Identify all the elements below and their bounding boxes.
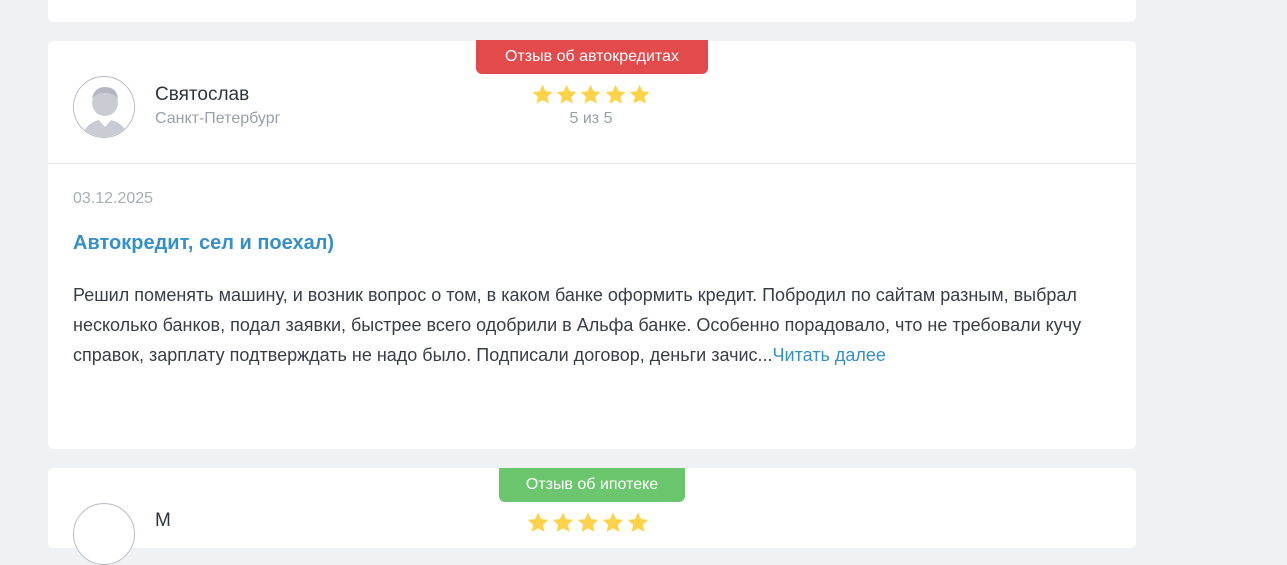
star-icon (552, 512, 574, 532)
read-more-link[interactable]: Читать далее (773, 345, 886, 365)
review-text: Решил поменять машину, и возник вопрос о… (73, 285, 1082, 365)
rating-stars (531, 83, 651, 107)
review-title[interactable]: Автокредит, сел и поехал) (73, 232, 334, 255)
star-icon (581, 84, 601, 104)
user-avatar-icon (73, 503, 135, 565)
star-icon (629, 84, 650, 104)
divider (48, 163, 1136, 164)
next-review-card: Отзыв об ипотеке М (48, 468, 1136, 565)
star-icon (532, 84, 553, 104)
review-body: Решил поменять машину, и возник вопрос о… (73, 280, 1123, 370)
user-avatar-icon (73, 76, 135, 138)
star-icon (577, 512, 599, 532)
star-icon (556, 84, 577, 104)
author-name: М (155, 510, 171, 531)
author-name: Святослав (155, 84, 250, 105)
previous-review-card (48, 0, 1136, 22)
star-icon (605, 84, 626, 104)
rating-stars (526, 511, 650, 535)
star-icon (602, 512, 624, 532)
rating-score: 5 из 5 (569, 110, 613, 127)
star-icon (527, 512, 549, 532)
star-icon (627, 512, 649, 532)
review-category-badge: Отзыв об автокредитах (476, 40, 708, 74)
review-date: 03.12.2025 (73, 190, 154, 207)
author-city: Санкт-Петербург (155, 110, 281, 127)
review-category-badge: Отзыв об ипотеке (499, 468, 685, 502)
review-card: Отзыв об автокредитах Святослав Санкт-Пе… (48, 40, 1136, 449)
